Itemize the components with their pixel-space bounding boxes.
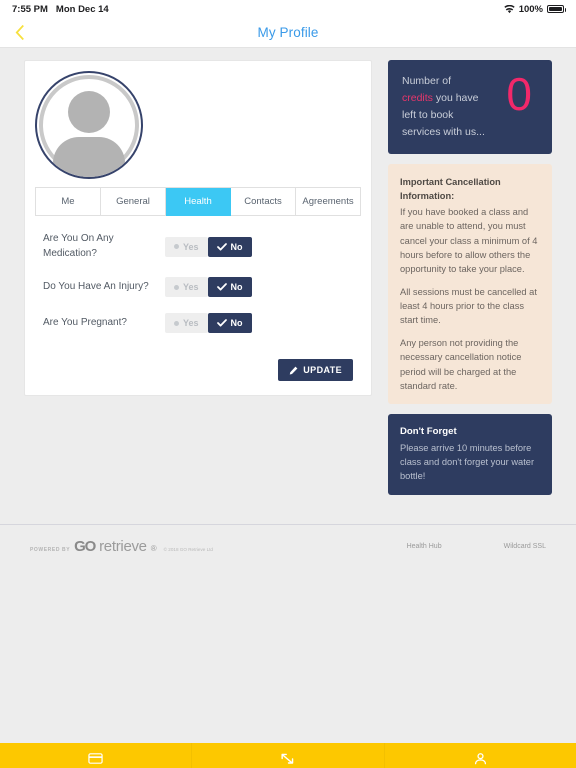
- dont-forget-title: Don't Forget: [400, 425, 457, 437]
- credit-card-icon: [88, 753, 103, 764]
- cancellation-paragraph: All sessions must be cancelled at least …: [400, 286, 537, 326]
- footer-link-wildcard-ssl[interactable]: Wildcard SSL: [504, 543, 546, 550]
- powered-by-label: POWERED BY: [30, 546, 71, 553]
- right-column: Number of credits you have left to book …: [388, 60, 552, 495]
- status-bar-time: 7:55 PM: [12, 3, 48, 15]
- question-label: Are You On Any Medication?: [43, 233, 114, 259]
- copyright-text: © 2018 GO Retrieve Ltd: [163, 546, 213, 552]
- dont-forget-card: Don't Forget Please arrive 10 minutes be…: [388, 413, 552, 495]
- toggle-no[interactable]: No: [207, 313, 252, 333]
- radio-dot-icon: [174, 244, 179, 249]
- credits-line4: services with us...: [402, 126, 485, 138]
- toggle-no[interactable]: No: [207, 236, 252, 257]
- radio-dot-icon: [174, 284, 179, 290]
- footer-link-health-hub[interactable]: Health Hub: [407, 543, 442, 550]
- status-bar-date: Mon Dec 14: [55, 3, 109, 15]
- page-title: My Profile: [257, 25, 319, 40]
- trademark-symbol: ®: [150, 543, 157, 553]
- toggle-yes[interactable]: Yes: [165, 236, 208, 257]
- question-row: Do You Have An Injury? Yes No: [43, 277, 353, 297]
- toggle-no-label: No: [230, 241, 243, 252]
- tab-contacts[interactable]: Contacts: [231, 188, 296, 216]
- question-row: Are You On Any Medication? Yes No: [43, 232, 353, 261]
- battery-percent: 100%: [518, 3, 543, 15]
- status-bar-right: 100%: [504, 3, 566, 15]
- avatar-container: [35, 71, 361, 187]
- avatar-body-shape: [53, 137, 125, 177]
- cancellation-title: Important Cancellation Information:: [400, 177, 501, 202]
- dont-forget-body: Please arrive 10 minutes before class an…: [400, 443, 535, 482]
- person-icon: [474, 753, 486, 765]
- footer-links: Health Hub Wildcard SSL: [407, 543, 546, 550]
- check-icon: [216, 242, 227, 251]
- toggle-yes-label: Yes: [183, 241, 199, 252]
- cancellation-information-card: Important Cancellation Information: If y…: [388, 164, 552, 404]
- toggle-yes[interactable]: Yes: [165, 277, 208, 297]
- user-avatar-placeholder-icon: [68, 91, 110, 133]
- toggle-no[interactable]: No: [207, 277, 252, 297]
- tab-agreements[interactable]: Agreements: [296, 188, 361, 216]
- battery-full-icon: [547, 5, 566, 13]
- tab-general[interactable]: General: [101, 188, 166, 216]
- credits-text: Number of credits you have left to book …: [402, 73, 485, 141]
- health-questions-list: Are You On Any Medication? Yes No Do You…: [35, 216, 361, 333]
- toggle-yes-label: Yes: [183, 282, 199, 292]
- toggle-yes-label: Yes: [183, 318, 199, 328]
- cancellation-paragraph: Any person not providing the necessary c…: [400, 338, 522, 391]
- footer: POWERED BY GO retrieve ® © 2018 GO Retri…: [0, 525, 576, 555]
- tabbar-item-discover[interactable]: DISCOVER: [192, 743, 385, 768]
- credits-card: Number of credits you have left to book …: [388, 60, 552, 154]
- tab-me[interactable]: Me: [35, 188, 101, 216]
- nav-bar: My Profile: [0, 18, 576, 48]
- profile-card: Me General Health Contacts Agreements Ar…: [24, 60, 372, 396]
- update-row: UPDATE: [35, 349, 361, 383]
- question-label: Do You Have An Injury?: [43, 280, 149, 292]
- wifi-icon: [504, 4, 515, 13]
- yes-no-toggle: Yes No: [165, 277, 252, 297]
- brand-logo: POWERED BY GO retrieve ® © 2018 GO Retri…: [30, 538, 213, 555]
- radio-dot-icon: [174, 320, 179, 326]
- credits-line2: you have: [432, 92, 479, 104]
- check-icon: [216, 319, 227, 327]
- check-icon: [216, 283, 227, 291]
- yes-no-toggle: Yes No: [165, 236, 252, 257]
- cancellation-paragraph: If you have booked a class and are unabl…: [400, 207, 538, 274]
- question-row: Are You Pregnant? Yes No: [43, 313, 353, 333]
- toggle-no-label: No: [230, 318, 243, 328]
- toggle-yes[interactable]: Yes: [165, 313, 208, 333]
- yes-no-toggle: Yes No: [165, 313, 252, 333]
- brand-name: retrieve: [99, 537, 147, 555]
- tabbar-item-purchased[interactable]: PURCHASED: [0, 743, 193, 768]
- toggle-no-label: No: [230, 282, 243, 292]
- go-logo-icon: GO: [74, 537, 96, 555]
- pencil-icon: [290, 366, 298, 374]
- back-button[interactable]: [8, 22, 30, 44]
- chevron-left-icon: [15, 25, 24, 40]
- left-column: Me General Health Contacts Agreements Ar…: [24, 60, 372, 495]
- content-wrapper: Me General Health Contacts Agreements Ar…: [0, 48, 576, 495]
- tabbar-item-profile[interactable]: PROFILE: [384, 743, 576, 768]
- tab-health[interactable]: Health: [166, 188, 231, 216]
- update-button-label: UPDATE: [303, 365, 342, 375]
- credits-line3: left to book: [402, 109, 454, 121]
- avatar[interactable]: [35, 71, 143, 179]
- credits-line1: Number of: [402, 75, 452, 87]
- question-label: Are You Pregnant?: [43, 316, 127, 328]
- update-button[interactable]: UPDATE: [278, 359, 353, 381]
- profile-tabs: Me General Health Contacts Agreements: [35, 187, 361, 216]
- status-bar: 7:55 PM Mon Dec 14 100%: [0, 0, 576, 18]
- credits-highlight: credits: [402, 92, 433, 104]
- credits-count: 0: [506, 68, 532, 120]
- app-screen: 7:55 PM Mon Dec 14 100% My Profile Me Ge…: [0, 0, 576, 768]
- expand-arrows-icon: [281, 753, 294, 764]
- bottom-tab-bar: PURCHASED DISCOVER PROFILE: [0, 743, 576, 768]
- page-body: Me General Health Contacts Agreements Ar…: [0, 48, 576, 768]
